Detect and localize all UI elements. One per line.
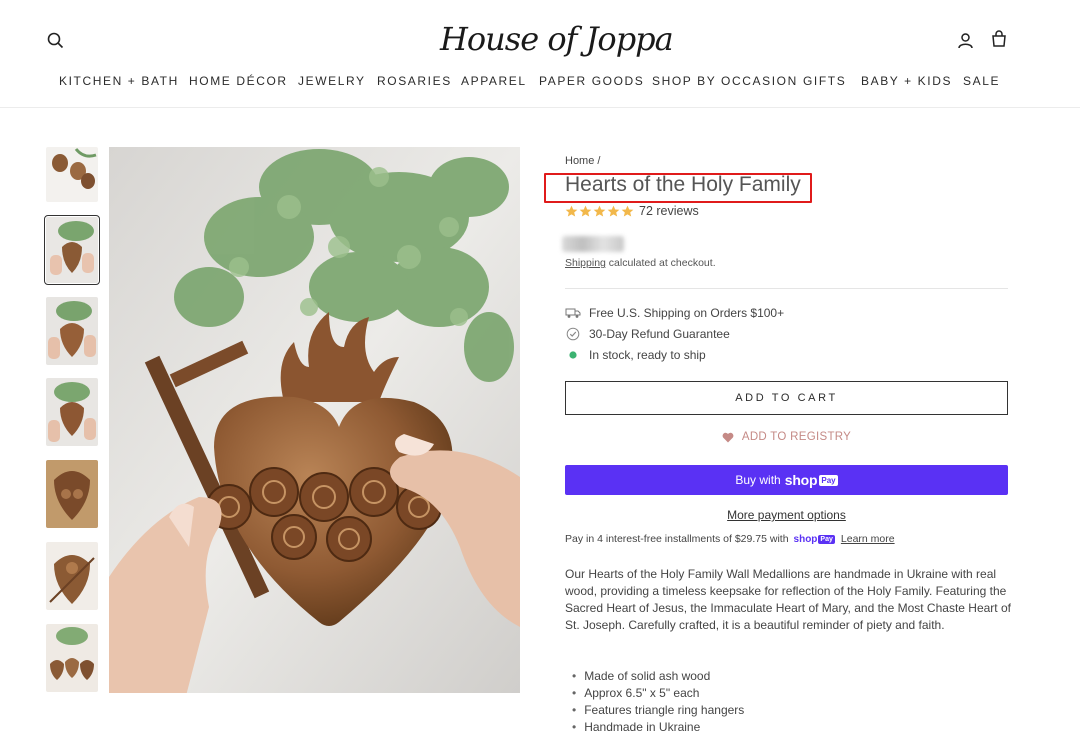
gallery-thumbnail[interactable] [46, 460, 98, 528]
feature-text: Free U.S. Shipping on Orders $100+ [589, 306, 785, 320]
user-icon[interactable] [955, 30, 975, 50]
list-item: Approx 6.5" x 5" each [572, 685, 744, 702]
product-main-image[interactable] [109, 147, 520, 693]
feature-in-stock: In stock, ready to ship [565, 348, 706, 362]
gallery-thumbnail[interactable] [46, 297, 98, 365]
star-icon [579, 205, 592, 216]
list-item: Made of solid ash wood [572, 668, 744, 685]
feature-free-shipping: Free U.S. Shipping on Orders $100+ [565, 306, 784, 320]
pay-badge: Pay [819, 474, 838, 486]
nav-rosaries[interactable]: ROSARIES [377, 74, 452, 88]
list-item: Features triangle ring hangers [572, 702, 744, 719]
nav-apparel[interactable]: APPAREL [461, 74, 527, 88]
search-icon[interactable] [45, 30, 65, 50]
truck-icon [565, 306, 581, 320]
site-logo[interactable]: House of Joppa [440, 8, 674, 70]
star-icon [565, 205, 578, 216]
divider [565, 288, 1008, 289]
rating-stars[interactable]: 72 reviews [565, 204, 699, 218]
nav-jewelry[interactable]: JEWELRY [298, 74, 366, 88]
nav-baby-kids[interactable]: BABY + KIDS [861, 74, 952, 88]
reviews-count[interactable]: 72 reviews [639, 204, 699, 218]
star-icon [607, 205, 620, 216]
gallery-thumbnail[interactable] [46, 147, 98, 202]
check-badge-icon [565, 327, 581, 341]
green-dot-icon [565, 348, 581, 362]
breadcrumb: Home / [565, 155, 600, 167]
cart-icon[interactable] [989, 29, 1009, 49]
shop-pay-mini-badge: Pay [818, 534, 835, 544]
installments-note: Pay in 4 interest-free installments of $… [565, 533, 895, 545]
gallery-thumbnail[interactable] [46, 378, 98, 446]
shipping-text: calculated at checkout. [605, 257, 716, 269]
more-payment-options-link[interactable]: More payment options [565, 508, 1008, 522]
feature-text: 30-Day Refund Guarantee [589, 327, 730, 341]
registry-label: ADD TO REGISTRY [741, 431, 852, 443]
learn-more-link[interactable]: Learn more [841, 533, 895, 545]
add-to-registry-button[interactable]: ADD TO REGISTRY [565, 431, 1008, 443]
logo-text: House of Joppa [440, 20, 674, 58]
highlight-box [544, 173, 812, 203]
star-icon [593, 205, 606, 216]
breadcrumb-home[interactable]: Home [565, 155, 594, 167]
shop-pay-mini-logo: shop [793, 533, 818, 545]
nav-shop-by-occasion[interactable]: SHOP BY OCCASION [652, 74, 798, 88]
product-details-list: Made of solid ash wood Approx 6.5" x 5" … [572, 668, 744, 736]
nav-kitchen-bath[interactable]: KITCHEN + BATH [59, 74, 179, 88]
shipping-note: Shipping calculated at checkout. [565, 257, 716, 269]
product-description: Our Hearts of the Holy Family Wall Medal… [565, 567, 1011, 632]
star-icon [621, 205, 634, 216]
breadcrumb-separator: / [597, 155, 601, 167]
main-nav: KITCHEN + BATH HOME DÉCOR JEWELRY ROSARI… [0, 74, 1080, 92]
gallery-thumbnail[interactable] [46, 542, 98, 610]
add-to-cart-button[interactable]: ADD TO CART [565, 381, 1008, 415]
heart-icon [722, 432, 734, 442]
shop-logo-text: shop [784, 472, 818, 488]
nav-home-decor[interactable]: HOME DÉCOR [189, 74, 288, 88]
nav-gifts[interactable]: GIFTS [803, 74, 846, 88]
feature-text: In stock, ready to ship [589, 348, 706, 362]
buy-with-label: Buy with [735, 473, 781, 487]
shop-pay-button[interactable]: Buy with shop Pay [565, 465, 1008, 495]
gallery-thumbnail[interactable] [46, 624, 98, 692]
nav-sale[interactable]: SALE [963, 74, 1000, 88]
nav-paper-goods[interactable]: PAPER GOODS [539, 74, 644, 88]
installments-text: Pay in 4 interest-free installments of $… [565, 533, 789, 545]
gallery-thumbnail-active[interactable] [44, 215, 100, 285]
shipping-link[interactable]: Shipping [565, 257, 606, 269]
price-blurred [562, 236, 624, 252]
site-header: House of Joppa KITCHEN + BATH HOME DÉCOR… [0, 0, 1080, 108]
feature-refund: 30-Day Refund Guarantee [565, 327, 730, 341]
list-item: Handmade in Ukraine [572, 719, 744, 736]
